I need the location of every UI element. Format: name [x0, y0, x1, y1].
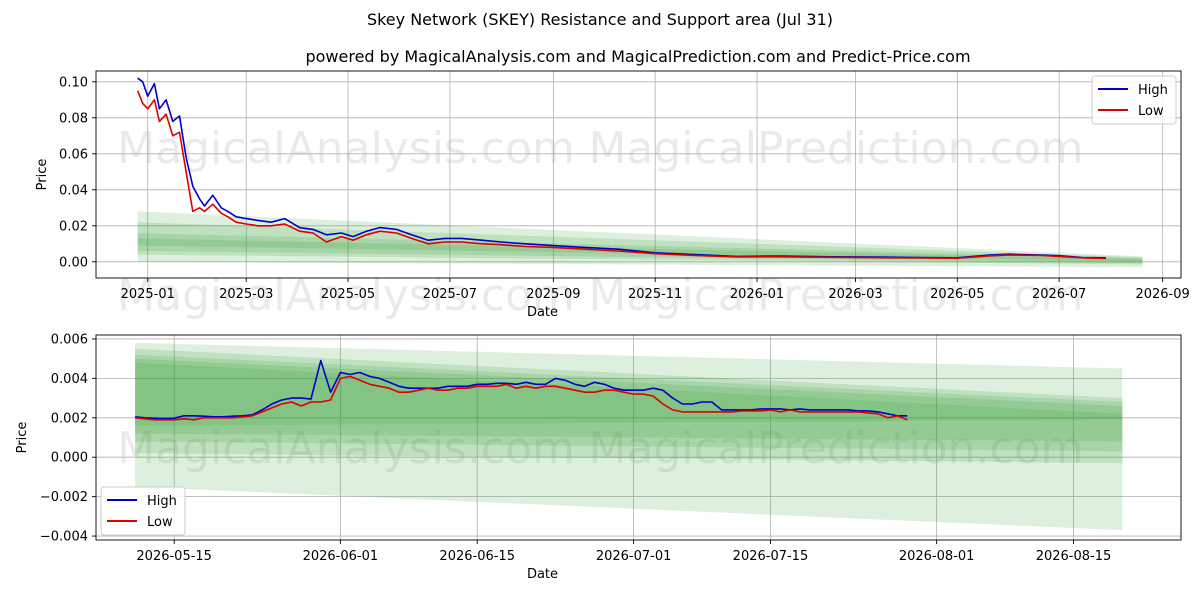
- legend-label-high: High: [147, 494, 177, 509]
- x-tick-label: 2026-06-15: [439, 549, 515, 564]
- top-panel: MagicalAnalysis.com MagicalPrediction.com…: [35, 70, 1190, 321]
- chart-title: Skey Network (SKEY) Resistance and Suppo…: [367, 10, 833, 29]
- x-tick-label: 2026-05-15: [136, 549, 212, 564]
- x-axis-label: Date: [527, 305, 558, 320]
- legend-label-low: Low: [147, 515, 173, 530]
- x-tick-label: 2026-07-01: [596, 549, 672, 564]
- chart-subtitle: powered by MagicalAnalysis.com and Magic…: [305, 47, 970, 66]
- x-tick-label: 2025-03: [219, 287, 273, 302]
- x-tick-label: 2026-07: [1032, 287, 1086, 302]
- y-tick-label: 0.04: [59, 183, 88, 198]
- x-tick-label: 2026-08-15: [1036, 549, 1112, 564]
- x-axis-label: Date: [527, 567, 558, 582]
- x-tick-label: 2026-09: [1135, 287, 1189, 302]
- y-axis-label: Price: [15, 422, 30, 454]
- y-tick-label: 0.00: [59, 255, 88, 270]
- bottom-panel: MagicalAnalysis.com MagicalPrediction.com…: [15, 332, 1182, 582]
- x-tick-label: 2025-11: [628, 287, 682, 302]
- x-tick-label: 2025-01: [121, 287, 175, 302]
- legend: High Low: [1091, 75, 1177, 125]
- y-tick-label: 0.06: [59, 147, 88, 162]
- y-axis-label: Price: [35, 159, 50, 191]
- x-tick-label: 2026-07-15: [733, 549, 809, 564]
- x-tick-label: 2026-03: [828, 287, 882, 302]
- y-tick-label: 0.08: [59, 111, 88, 126]
- x-tick-label: 2025-07: [423, 287, 477, 302]
- y-tick-label: 0.002: [51, 411, 88, 426]
- legend-label-high: High: [1138, 83, 1168, 98]
- y-tick-label: −0.004: [40, 530, 88, 545]
- legend: High Low: [100, 486, 186, 536]
- chart-figure: Skey Network (SKEY) Resistance and Suppo…: [15, 10, 1190, 582]
- watermark-text: MagicalPrediction.com: [589, 123, 1084, 174]
- y-tick-label: −0.002: [40, 490, 88, 505]
- y-tick-label: 0.02: [59, 219, 88, 234]
- y-tick-label: 0.006: [51, 332, 88, 347]
- y-tick-label: 0.004: [51, 372, 88, 387]
- y-tick-label: 0.10: [59, 75, 88, 90]
- x-tick-label: 2025-05: [321, 287, 375, 302]
- x-tick-label: 2026-06-01: [303, 549, 379, 564]
- x-tick-label: 2026-08-01: [899, 549, 975, 564]
- y-tick-label: 0.000: [51, 451, 88, 466]
- x-tick-label: 2025-09: [526, 287, 580, 302]
- legend-label-low: Low: [1138, 104, 1164, 119]
- x-tick-label: 2026-01: [730, 287, 784, 302]
- x-tick-label: 2026-05: [930, 287, 984, 302]
